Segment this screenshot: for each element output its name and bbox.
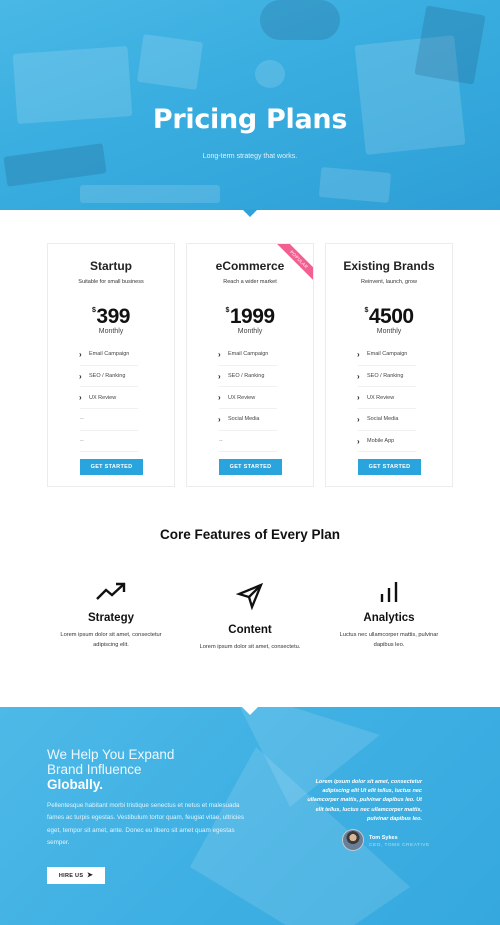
get-started-button[interactable]: GET STARTED [219, 459, 282, 475]
chevron-right-icon: › [79, 393, 82, 403]
price-amount: 1999 [229, 305, 275, 328]
get-started-button[interactable]: GET STARTED [358, 459, 421, 475]
plan-name: eCommerce [215, 259, 285, 273]
feature-item: › Social Media [357, 409, 416, 431]
chevron-right-icon: › [79, 349, 82, 359]
plan-card-existing-brands: Existing Brands Reinvent, launch, grow $… [325, 243, 453, 487]
phone-image [318, 167, 392, 203]
plan-tagline: Suitable for small business [78, 279, 144, 285]
get-started-button[interactable]: GET STARTED [80, 459, 143, 475]
footer-heading: We Help You Expand Brand Influence [47, 747, 175, 777]
plan-tagline: Reinvent, launch, grow [361, 279, 417, 285]
feature-analytics: Analytics Luctus nec ullamcorper mattis,… [319, 578, 459, 650]
tablet-image [80, 185, 220, 203]
feature-name: Analytics [363, 612, 415, 624]
footer-pointer [242, 707, 258, 715]
plan-price: $399 [48, 305, 174, 329]
notebook-image [136, 34, 204, 90]
feature-item: › Email Campaign [357, 344, 416, 366]
plan-price: $4500 [326, 305, 452, 329]
feature-content: Content Lorem ipsum dolor sit amet, cons… [180, 582, 320, 652]
plan-period: Monthly [237, 328, 263, 335]
price-amount: 399 [96, 305, 130, 328]
feature-description: Luctus nec ullamcorper mattis, pulvinar d… [339, 632, 439, 648]
chevron-right-icon: › [218, 349, 221, 359]
plan-card-startup: Startup Suitable for small business $399… [47, 243, 175, 487]
feature-item: › Email Campaign [218, 344, 277, 366]
feature-item: › Mobile App [357, 431, 416, 453]
plan-features: › Email Campaign › SEO / Ranking › UX Revie… [79, 344, 138, 453]
cup-image [255, 60, 285, 88]
feature-item: › SEO / Ranking [357, 366, 416, 388]
feature-item: -- [219, 431, 277, 453]
bag-image [414, 5, 486, 85]
plan-price: $1999 [187, 305, 313, 329]
feature-item: › Email Campaign [79, 344, 138, 366]
chevron-right-icon: › [357, 414, 360, 424]
keyboard-image [3, 143, 107, 187]
plan-features: › Email Campaign › SEO / Ranking › UX Revie… [357, 344, 416, 453]
plan-name: Existing Brands [343, 259, 435, 273]
footer-heading-bold: Globally. [47, 777, 104, 792]
currency-symbol: $ [92, 307, 96, 314]
page-title: Pricing Plans [152, 104, 348, 135]
feature-item: -- [80, 409, 138, 431]
testimonial-author: Tom Sykes [369, 835, 398, 841]
features-heading: Core Features of Every Plan [159, 527, 341, 542]
avatar [342, 829, 364, 851]
chevron-right-icon: › [357, 371, 360, 381]
plan-period: Monthly [98, 328, 124, 335]
page-subtitle: Long-term strategy that works. [202, 153, 298, 160]
hire-us-button[interactable]: HIRE US ➤ [47, 867, 105, 884]
bar-chart-icon [319, 578, 459, 606]
footer-body-text: Pellentesque habitant morbi tristique se… [47, 802, 245, 847]
plan-tagline: Reach a wider market [223, 279, 277, 285]
plan-period: Monthly [376, 328, 402, 335]
feature-item: › UX Review [79, 387, 138, 410]
send-icon: ➤ [86, 872, 94, 879]
feature-description: Lorem ipsum dolor sit amet, consectetur a… [60, 632, 162, 648]
chevron-right-icon: › [357, 393, 360, 403]
testimonial-role: CEO, TOMS CREATIVE [369, 843, 430, 848]
hero-pointer [242, 209, 258, 217]
feature-name: Content [228, 624, 272, 636]
feature-item: › SEO / Ranking [79, 366, 138, 388]
currency-symbol: $ [364, 307, 368, 314]
feature-description: Lorem ipsum dolor sit amet, consectetu. [199, 644, 301, 650]
feature-item: › UX Review [357, 387, 416, 410]
testimonial-quote: Lorem ipsum dolor sit amet, consectetur … [307, 779, 422, 822]
chevron-right-icon: › [79, 371, 82, 381]
plan-card-ecommerce: POPULAR eCommerce Reach a wider market $… [186, 243, 314, 487]
chevron-right-icon: › [218, 371, 221, 381]
send-icon [180, 582, 320, 610]
hand-image [260, 0, 340, 40]
hero-banner: Pricing Plans Long-term strategy that wo… [0, 0, 500, 210]
feature-item: › SEO / Ranking [218, 366, 277, 388]
feature-strategy: Strategy Lorem ipsum dolor sit amet, con… [41, 578, 181, 650]
chevron-right-icon: › [218, 393, 221, 403]
chevron-right-icon: › [357, 436, 360, 446]
plan-name: Startup [90, 259, 132, 273]
currency-symbol: $ [225, 307, 229, 314]
feature-item: › Social Media [218, 409, 277, 431]
price-amount: 4500 [368, 305, 414, 328]
feature-name: Strategy [87, 612, 135, 624]
feature-item: › UX Review [218, 387, 277, 410]
chevron-right-icon: › [357, 349, 360, 359]
trending-up-icon [41, 578, 181, 606]
chevron-right-icon: › [218, 414, 221, 424]
feature-item: -- [80, 431, 138, 453]
plan-features: › Email Campaign › SEO / Ranking › UX Revie… [218, 344, 277, 453]
